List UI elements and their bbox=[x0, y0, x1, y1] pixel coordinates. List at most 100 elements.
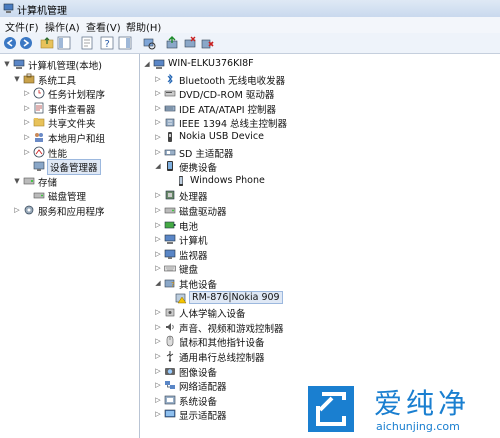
ide-icon bbox=[164, 102, 176, 114]
disk-icon bbox=[164, 204, 176, 216]
expand-toggle-icon[interactable]: ▷ bbox=[13, 206, 21, 214]
console-tree-label: 存储 bbox=[38, 177, 58, 189]
console-tree-row[interactable]: 磁盘管理 bbox=[0, 188, 139, 203]
device-tree-label: Bluetooth 无线电收发器 bbox=[179, 75, 286, 87]
console-tree-row[interactable]: ▼ 存储 bbox=[0, 174, 139, 189]
device-tree-row[interactable]: ▷ Nokia USB Device bbox=[140, 130, 500, 145]
device-tree-row[interactable]: ▷ 通用串行总线控制器 bbox=[140, 349, 500, 364]
device-tree-row[interactable]: ▷ 图像设备 bbox=[140, 364, 500, 379]
menu-view[interactable]: 查看(V) bbox=[86, 19, 121, 34]
mouse-icon bbox=[164, 335, 176, 347]
help-icon[interactable]: ? bbox=[100, 36, 114, 50]
device-tree-row[interactable]: ▷ 鼠标和其他指针设备 bbox=[140, 334, 500, 349]
expand-toggle-icon[interactable]: ▷ bbox=[154, 381, 162, 389]
up-folder-icon[interactable] bbox=[40, 36, 54, 50]
watermark-url: aichunjing.com bbox=[376, 420, 460, 433]
expand-toggle-icon[interactable]: ▷ bbox=[154, 308, 162, 316]
expand-toggle-icon[interactable]: ▷ bbox=[154, 206, 162, 214]
expand-toggle-icon[interactable]: ▷ bbox=[23, 89, 31, 97]
expand-toggle-icon[interactable]: ◢ bbox=[143, 60, 151, 68]
console-tree-row[interactable]: ▷ 共享文件夹 bbox=[0, 115, 139, 130]
menu-help[interactable]: 帮助(H) bbox=[126, 19, 161, 34]
console-tree-row[interactable]: 设备管理器 bbox=[0, 159, 139, 176]
device-tree-row[interactable]: ▷ 人体学输入设备 bbox=[140, 305, 500, 320]
console-tree-row[interactable]: ▷ 服务和应用程序 bbox=[0, 203, 139, 218]
device-tree-row[interactable]: ◢ 便携设备 bbox=[140, 159, 500, 174]
expand-toggle-icon[interactable]: ▷ bbox=[154, 323, 162, 331]
expand-toggle-icon[interactable]: ▷ bbox=[154, 410, 162, 418]
expand-toggle-icon[interactable]: ▷ bbox=[23, 104, 31, 112]
properties-icon[interactable] bbox=[80, 36, 94, 50]
device-tree-row[interactable]: ▷ SD 主适配器 bbox=[140, 145, 500, 160]
back-icon[interactable] bbox=[3, 36, 17, 50]
console-tree-row[interactable]: ▷ 性能 bbox=[0, 145, 139, 160]
expand-toggle-icon[interactable]: ▷ bbox=[154, 133, 162, 141]
device-tree-row[interactable]: ▷ 计算机 bbox=[140, 232, 500, 247]
console-tree-row[interactable]: ▷ 本地用户和组 bbox=[0, 130, 139, 145]
console-tree-pane: ▼ 计算机管理(本地) ▼ 系统工具 ▷ 任务计划程序 ▷ 事件查看器 ▷ 共享文件夹 ▷ 本地用户和… bbox=[0, 54, 140, 438]
expand-toggle-icon[interactable]: ▷ bbox=[154, 104, 162, 112]
device-tree-label: 计算机 bbox=[179, 236, 208, 248]
device-tree-row[interactable]: Windows Phone bbox=[140, 174, 500, 189]
expand-toggle-icon[interactable]: ▷ bbox=[23, 148, 31, 156]
update-driver-icon[interactable] bbox=[165, 36, 179, 50]
console-tree-row[interactable]: ▼ 系统工具 bbox=[0, 72, 139, 87]
device-tree-row[interactable]: ◢ WIN-ELKU376KI8F bbox=[140, 57, 500, 72]
toolbar: ? bbox=[0, 33, 500, 54]
expand-toggle-icon[interactable]: ▷ bbox=[154, 396, 162, 404]
menu-bar: 文件(F) 操作(A) 查看(V) 帮助(H) bbox=[0, 17, 500, 34]
expand-toggle-icon[interactable]: ▷ bbox=[154, 118, 162, 126]
device-tree-row[interactable]: ▷ 处理器 bbox=[140, 188, 500, 203]
menu-action[interactable]: 操作(A) bbox=[45, 19, 80, 34]
device-tree-label: 通用串行总线控制器 bbox=[179, 353, 265, 364]
usb-icon bbox=[164, 131, 176, 143]
device-tree-row[interactable]: ▷ Bluetooth 无线电收发器 bbox=[140, 72, 500, 87]
console-tree-row[interactable]: ▷ 任务计划程序 bbox=[0, 86, 139, 101]
device-tree-row[interactable]: ▷ IEEE 1394 总线主控制器 bbox=[140, 115, 500, 130]
device-tree-row[interactable]: ▷ IDE ATA/ATAPI 控制器 bbox=[140, 101, 500, 116]
expand-toggle-icon[interactable]: ◢ bbox=[154, 162, 162, 170]
tools-icon bbox=[23, 73, 35, 85]
console-tree-row[interactable]: ▼ 计算机管理(本地) bbox=[0, 57, 139, 72]
expand-toggle-icon[interactable]: ▷ bbox=[154, 264, 162, 272]
expand-toggle-icon[interactable]: ▼ bbox=[13, 75, 21, 83]
device-tree-row[interactable]: ▷ 键盘 bbox=[140, 261, 500, 276]
device-tree-row[interactable]: ▷ 声音、视频和游戏控制器 bbox=[140, 320, 500, 335]
device-tree-row[interactable]: ▷ DVD/CD-ROM 驱动器 bbox=[140, 86, 500, 101]
expand-toggle-icon[interactable]: ▷ bbox=[154, 367, 162, 375]
expand-toggle-icon[interactable]: ◢ bbox=[154, 279, 162, 287]
device-tree-row[interactable]: ◢? 其他设备 bbox=[140, 276, 500, 291]
expand-toggle-icon[interactable]: ▷ bbox=[154, 250, 162, 258]
uninstall-device-icon[interactable] bbox=[200, 36, 214, 50]
firewire-icon bbox=[164, 116, 176, 128]
scan-hardware-icon[interactable] bbox=[142, 36, 156, 50]
device-tree-label: 网络适配器 bbox=[179, 382, 227, 394]
battery-icon bbox=[164, 219, 176, 231]
expand-toggle-icon[interactable]: ▼ bbox=[13, 177, 21, 185]
expand-toggle-icon[interactable]: ▷ bbox=[154, 148, 162, 156]
expand-toggle-icon[interactable]: ▷ bbox=[23, 133, 31, 141]
device-tree-row[interactable]: RM-876|Nokia 909 bbox=[140, 290, 500, 306]
show-hide-action-pane-icon[interactable] bbox=[118, 36, 132, 50]
device-tree-row[interactable]: ▷ 电池 bbox=[140, 218, 500, 233]
expand-toggle-icon[interactable]: ▷ bbox=[23, 118, 31, 126]
expand-toggle-icon[interactable]: ▷ bbox=[154, 191, 162, 199]
console-tree-label: 系统工具 bbox=[38, 75, 77, 87]
expand-toggle-icon[interactable]: ▷ bbox=[154, 89, 162, 97]
expand-toggle-icon[interactable]: ▼ bbox=[3, 60, 11, 68]
device-tree-label: RM-876|Nokia 909 bbox=[189, 290, 283, 304]
expand-toggle-icon[interactable]: ▷ bbox=[154, 75, 162, 83]
device-tree-row[interactable]: ▷ 监视器 bbox=[140, 247, 500, 262]
expand-toggle-icon[interactable]: ▷ bbox=[154, 235, 162, 243]
computer-management-icon bbox=[3, 3, 14, 13]
expand-toggle-icon[interactable]: ▷ bbox=[154, 337, 162, 345]
svg-text:?: ? bbox=[105, 39, 110, 50]
show-hide-tree-icon[interactable] bbox=[57, 36, 71, 50]
device-tree-row[interactable]: ▷ 磁盘驱动器 bbox=[140, 203, 500, 218]
forward-icon[interactable] bbox=[19, 36, 33, 50]
menu-file[interactable]: 文件(F) bbox=[5, 19, 39, 34]
expand-toggle-icon[interactable]: ▷ bbox=[154, 352, 162, 360]
console-tree-row[interactable]: ▷ 事件查看器 bbox=[0, 101, 139, 116]
expand-toggle-icon[interactable]: ▷ bbox=[154, 221, 162, 229]
disable-device-icon[interactable] bbox=[183, 36, 197, 50]
